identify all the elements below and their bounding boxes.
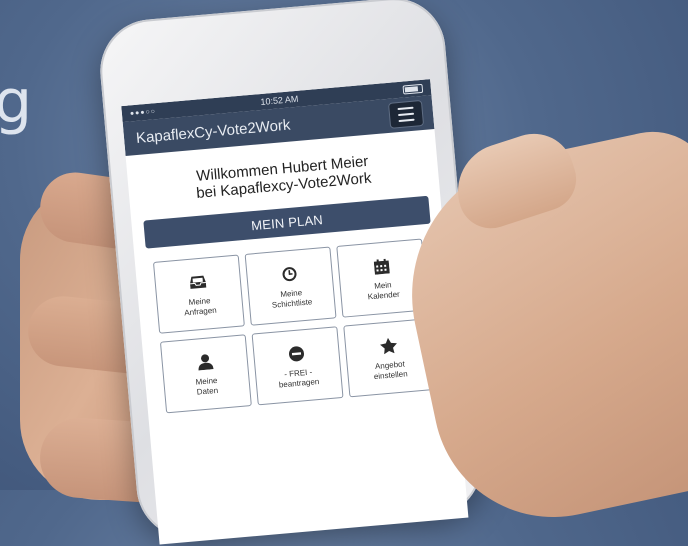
tile-label: Mein Kalender (367, 280, 401, 302)
hamburger-icon (397, 106, 414, 111)
background-letter: g (0, 67, 33, 137)
battery-icon (402, 83, 424, 95)
tile-label: Meine Anfragen (183, 296, 218, 318)
star-icon (377, 336, 398, 356)
tile-label: - FREI - beantragen (278, 367, 320, 390)
tile-label: Meine Daten (195, 375, 219, 397)
tile-meine-daten[interactable]: Meine Daten (159, 334, 252, 414)
clock-time: 10:52 AM (260, 93, 299, 108)
inbox-icon (187, 272, 208, 292)
tile-meine-anfragen[interactable]: Meine Anfragen (152, 254, 245, 334)
tile-grid: Meine Anfragen Meine Schichtliste Mein K… (152, 238, 441, 414)
clock-icon (279, 264, 300, 284)
app-title: KapaflexCy-Vote2Work (135, 116, 292, 147)
tile-frei-beantragen[interactable]: - FREI - beantragen (251, 326, 344, 406)
minus-circle-icon (286, 344, 307, 364)
tile-label: Meine Schichtliste (271, 288, 313, 310)
tile-meine-schichtliste[interactable]: Meine Schichtliste (244, 246, 337, 326)
menu-button[interactable] (387, 99, 425, 129)
signal-indicator: ●●●○○ (129, 107, 157, 117)
calendar-icon (370, 256, 391, 276)
user-icon (194, 352, 215, 372)
tile-label: Angebot einstellen (373, 359, 408, 382)
